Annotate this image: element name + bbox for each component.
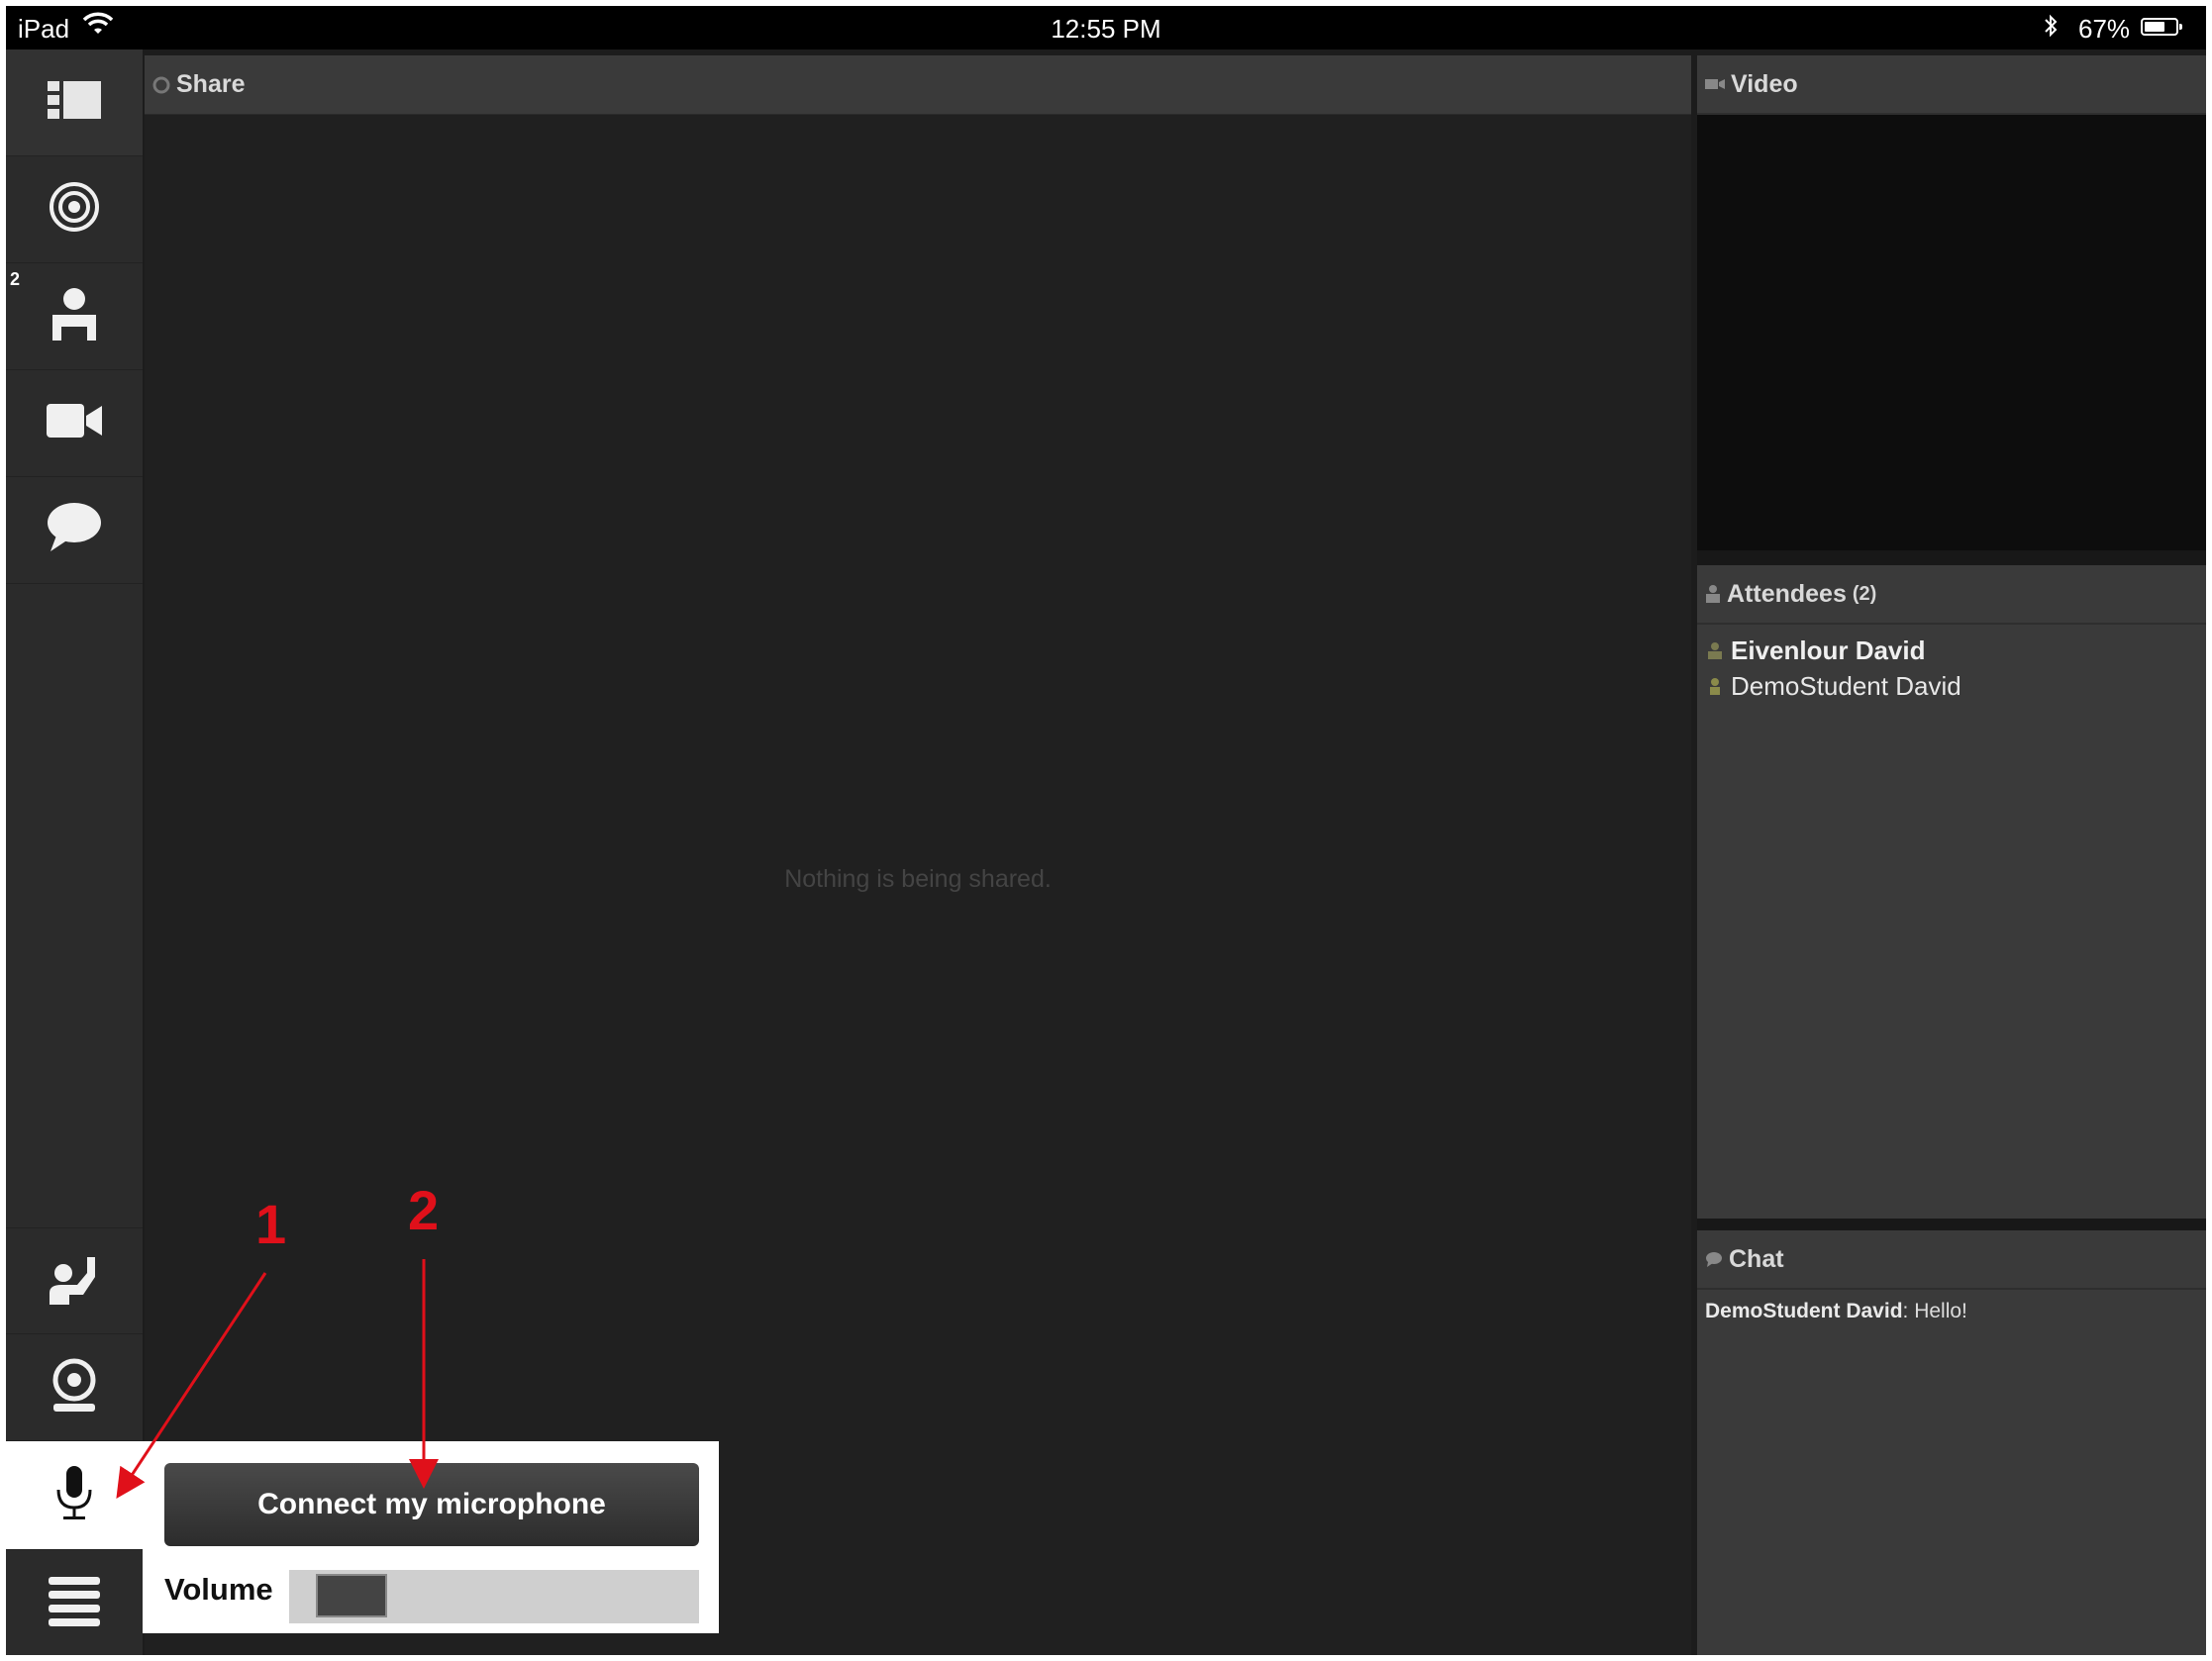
sidebar-item-raise-hand[interactable] — [6, 1227, 143, 1334]
status-bar: iPad 12:55 PM 67% — [6, 6, 2206, 49]
attendees-count: (2) — [1852, 582, 1877, 605]
annotation-marker-2: 2 — [408, 1179, 440, 1241]
volume-slider-thumb[interactable] — [316, 1574, 387, 1617]
volume-label: Volume — [164, 1572, 273, 1607]
sidebar-item-attendees[interactable]: 2 — [6, 263, 143, 370]
share-panel: Share Nothing is being shared. — [145, 55, 1691, 1655]
webcam-icon — [50, 1358, 99, 1417]
volume-slider[interactable] — [289, 1570, 699, 1623]
battery-percent: 67% — [2078, 14, 2131, 44]
share-circle-icon — [152, 76, 170, 94]
microphone-icon — [54, 1464, 94, 1526]
sidebar-item-share[interactable] — [6, 156, 143, 263]
video-camera-icon — [47, 404, 102, 442]
attendee-list: Eivenlour David DemoStudent David — [1697, 625, 2206, 704]
layout-icon — [48, 81, 101, 124]
chat-bubble-icon — [47, 502, 102, 558]
attendees-badge: 2 — [10, 269, 21, 289]
chat-sender: DemoStudent David — [1705, 1300, 1903, 1322]
attendees-small-icon — [1705, 585, 1721, 603]
connect-microphone-button[interactable]: Connect my microphone — [164, 1463, 699, 1546]
sidebar-item-webcam[interactable] — [6, 1334, 143, 1441]
attendee-name: Eivenlour David — [1731, 635, 1926, 665]
sidebar-item-chat[interactable] — [6, 477, 143, 584]
video-panel: Video — [1697, 55, 2206, 550]
share-panel-title: Share — [176, 70, 246, 98]
battery-icon — [2141, 18, 2182, 36]
chat-small-icon — [1705, 1251, 1723, 1267]
hamburger-menu-icon — [49, 1575, 100, 1631]
sidebar-item-video[interactable] — [6, 370, 143, 477]
right-column: Video Attendees (2) Eivenlour David Demo… — [1697, 55, 2206, 1655]
clock: 12:55 PM — [1051, 14, 1161, 44]
sidebar-item-layout[interactable] — [6, 49, 143, 156]
audio-popup: Connect my microphone Volume — [143, 1441, 719, 1633]
share-empty-message: Nothing is being shared. — [784, 865, 1052, 893]
attendee-name: DemoStudent David — [1731, 670, 1961, 701]
battery-fill — [2145, 22, 2164, 32]
target-icon — [49, 181, 100, 238]
battery-cap — [2179, 24, 2182, 30]
video-panel-title: Video — [1731, 69, 1798, 98]
annotation-marker-1: 1 — [255, 1193, 287, 1255]
app-window: iPad 12:55 PM 67% 2 Share Nothing is bei… — [6, 6, 2206, 1655]
bluetooth-icon — [2043, 13, 2059, 46]
attendee-row[interactable]: Eivenlour David — [1697, 633, 2206, 668]
left-toolbar: 2 — [6, 49, 143, 1655]
chat-panel: Chat DemoStudent David: Hello! — [1697, 1230, 2206, 1655]
person-icon — [50, 287, 99, 345]
host-icon — [1707, 641, 1723, 659]
participant-icon — [1707, 677, 1723, 695]
chat-panel-header: Chat — [1697, 1230, 2206, 1290]
raise-hand-icon — [48, 1251, 101, 1312]
sidebar-item-microphone[interactable] — [6, 1441, 143, 1550]
video-panel-header: Video — [1697, 55, 2206, 115]
sidebar-item-menu[interactable] — [6, 1550, 143, 1655]
chat-text: : Hello! — [1902, 1300, 1967, 1322]
share-panel-header: Share — [145, 55, 1691, 115]
attendees-panel: Attendees (2) Eivenlour David DemoStuden… — [1697, 565, 2206, 1219]
attendees-panel-header: Attendees (2) — [1697, 565, 2206, 625]
chat-panel-title: Chat — [1729, 1244, 1784, 1273]
video-small-icon — [1705, 77, 1725, 91]
attendees-panel-title: Attendees — [1727, 579, 1847, 608]
attendee-row[interactable]: DemoStudent David — [1697, 668, 2206, 704]
chat-message: DemoStudent David: Hello! — [1697, 1290, 2206, 1333]
